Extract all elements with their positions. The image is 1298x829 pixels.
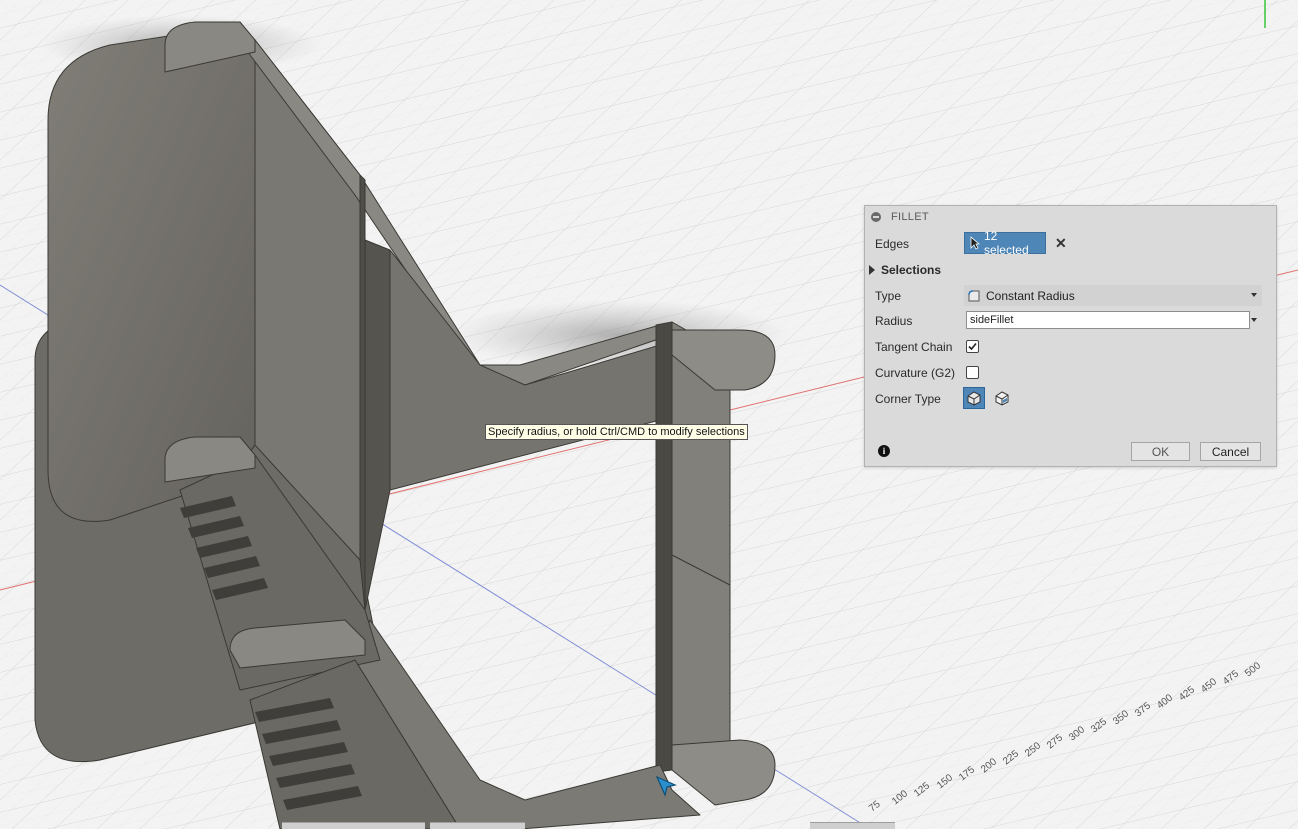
tangent-chain-label: Tangent Chain	[875, 340, 953, 354]
viewport-tooltip: Specify radius, or hold Ctrl/CMD to modi…	[485, 424, 748, 440]
clear-selection-icon[interactable]: ✕	[1055, 235, 1067, 251]
constant-radius-icon	[968, 289, 980, 301]
edges-selection-button[interactable]: 12 selected	[964, 229, 1046, 257]
curvature-checkbox[interactable]	[966, 366, 979, 379]
radius-row: Radius	[865, 310, 1276, 332]
type-label: Type	[875, 289, 902, 303]
bottom-toolbar-middle[interactable]	[430, 822, 525, 829]
rolling-ball-corner-button[interactable]	[963, 387, 985, 409]
setback-corner-button[interactable]	[991, 387, 1013, 409]
dialog-title: FILLET	[891, 211, 929, 223]
bottom-toolbar-right[interactable]	[810, 822, 895, 829]
corner-type-label: Corner Type	[875, 392, 941, 406]
fillet-dialog: FILLET Edges 12 selected ✕ Selections Ty…	[864, 205, 1277, 467]
edges-row: Edges 12 selected ✕	[865, 229, 1276, 257]
dialog-header[interactable]: FILLET	[865, 206, 1276, 228]
radius-input[interactable]	[966, 311, 1250, 329]
select-arrow-icon	[970, 236, 980, 250]
rolling-ball-corner-icon	[967, 391, 981, 406]
tangent-chain-checkbox[interactable]	[966, 340, 979, 353]
curvature-row: Curvature (G2)	[865, 362, 1276, 384]
collapse-icon[interactable]	[871, 212, 881, 222]
type-row: Type Constant Radius	[865, 285, 1276, 307]
tangent-chain-row: Tangent Chain	[865, 336, 1276, 358]
type-value: Constant Radius	[986, 288, 1075, 303]
radius-dropdown-chevron-icon[interactable]	[1251, 318, 1257, 322]
info-icon[interactable]: i	[878, 445, 890, 457]
checkmark-icon	[968, 342, 977, 351]
selections-section-header[interactable]: Selections	[865, 259, 1276, 281]
corner-type-row: Corner Type	[865, 387, 1276, 410]
bottom-toolbar-left[interactable]	[282, 822, 425, 829]
curvature-label: Curvature (G2)	[875, 366, 956, 380]
edges-selection-count: 12 selected	[983, 229, 1029, 257]
ok-button[interactable]: OK	[1131, 442, 1190, 461]
radius-label: Radius	[875, 314, 913, 328]
edges-label: Edges	[875, 237, 910, 251]
selections-label: Selections	[881, 263, 942, 277]
expand-arrow-icon[interactable]	[869, 265, 875, 275]
type-dropdown[interactable]: Constant Radius	[964, 285, 1262, 306]
cancel-button[interactable]: Cancel	[1200, 442, 1261, 461]
chevron-down-icon	[1251, 293, 1257, 297]
setback-corner-icon	[995, 391, 1009, 406]
